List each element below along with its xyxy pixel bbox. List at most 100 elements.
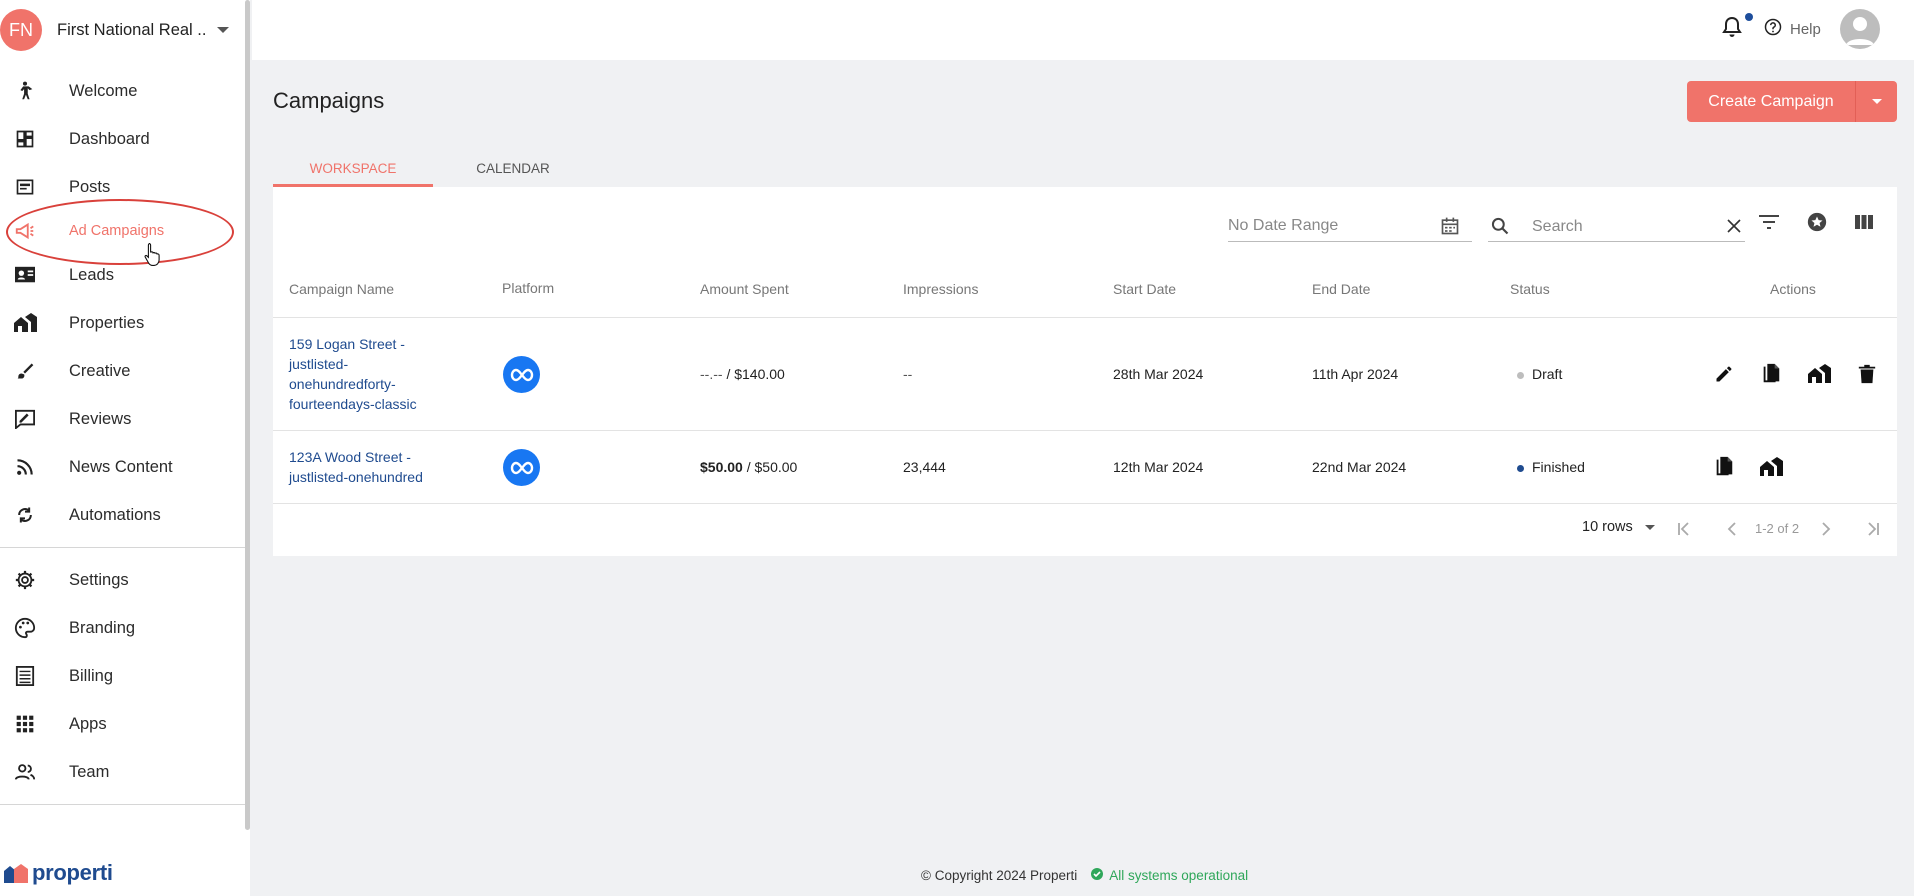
next-page-icon[interactable]: [1814, 517, 1838, 541]
footer: © Copyright 2024 Properti All systems op…: [921, 868, 1248, 883]
sidebar-item-label: Apps: [69, 714, 107, 733]
edit-icon[interactable]: [1711, 361, 1737, 387]
status-dot: [1517, 464, 1524, 472]
status-badge: Finished: [1517, 459, 1585, 475]
sidebar-item-label: Reviews: [69, 409, 132, 428]
duplicate-icon[interactable]: [1758, 361, 1784, 387]
rss-icon: [13, 455, 37, 479]
properti-logo: properti: [4, 860, 113, 886]
sidebar-item-news-content[interactable]: News Content: [0, 447, 240, 487]
create-campaign-dropdown[interactable]: [1855, 81, 1897, 122]
help-button[interactable]: Help: [1764, 18, 1821, 41]
sidebar-divider: [0, 804, 245, 805]
sidebar-item-label: Leads: [69, 265, 114, 284]
annotation-ellipse: [6, 199, 234, 265]
walking-person-icon: [13, 79, 37, 103]
amount-spent-value: --.--: [700, 366, 727, 382]
amount-budget: / $50.00: [742, 459, 798, 475]
row-divider: [273, 317, 1897, 318]
help-label: Help: [1790, 21, 1821, 38]
amount-spent-value: $50.00: [700, 459, 743, 475]
contact-card-icon: [13, 263, 37, 287]
sidebar-item-label: Billing: [69, 666, 114, 685]
org-switcher[interactable]: FN First National Real ...: [0, 8, 240, 52]
filter-icon[interactable]: [1754, 207, 1784, 237]
previous-page-icon[interactable]: [1720, 517, 1744, 541]
start-date: 12th Mar 2024: [1113, 459, 1204, 475]
sidebar-item-creative[interactable]: Creative: [0, 351, 240, 391]
rate-review-icon: [13, 407, 37, 431]
close-icon[interactable]: [1725, 217, 1743, 240]
status-badge: Draft: [1517, 366, 1562, 382]
status-label: Draft: [1532, 366, 1563, 382]
search-input[interactable]: [1532, 216, 1712, 238]
sidebar-item-label: Properties: [69, 313, 145, 332]
amount-budget: / $140.00: [726, 366, 785, 382]
sidebar-item-reviews[interactable]: Reviews: [0, 399, 240, 439]
sidebar-scrollbar[interactable]: [245, 0, 250, 830]
campaign-name-line: 159 Logan Street -: [289, 336, 405, 352]
date-range-picker[interactable]: No Date Range: [1228, 212, 1472, 242]
rows-per-page-select[interactable]: 10 rows: [1582, 519, 1655, 535]
brush-icon: [13, 359, 37, 383]
start-date: 28th Mar 2024: [1113, 366, 1204, 382]
help-circle-icon: [1764, 18, 1782, 41]
sidebar-item-billing[interactable]: Billing: [0, 656, 240, 696]
gear-icon: [13, 568, 37, 592]
columns-icon[interactable]: [1849, 207, 1879, 237]
create-campaign-button[interactable]: Create Campaign: [1687, 81, 1855, 122]
refresh-icon: [13, 503, 37, 527]
campaign-name-line: 123A Wood Street -: [289, 449, 411, 465]
last-page-icon[interactable]: [1861, 517, 1885, 541]
impressions: --: [903, 366, 913, 382]
topbar: [252, 0, 1914, 60]
tab-calendar[interactable]: CALENDAR: [433, 150, 593, 186]
sidebar-item-automations[interactable]: Automations: [0, 495, 240, 535]
column-header[interactable]: Status: [1510, 281, 1550, 297]
column-header[interactable]: Amount Spent: [700, 281, 789, 297]
column-header[interactable]: Start Date: [1113, 281, 1176, 297]
first-page-icon[interactable]: [1672, 517, 1696, 541]
favorite-star-icon[interactable]: [1802, 207, 1832, 237]
sidebar-item-label: Settings: [69, 570, 129, 589]
duplicate-icon[interactable]: [1711, 454, 1737, 480]
dashboard-icon: [13, 127, 37, 151]
delete-icon[interactable]: [1854, 361, 1880, 387]
end-date: 11th Apr 2024: [1312, 366, 1399, 382]
chevron-down-icon: [1644, 524, 1655, 530]
sidebar-item-branding[interactable]: Branding: [0, 608, 240, 648]
sidebar-item-dashboard[interactable]: Dashboard: [0, 119, 240, 159]
column-header[interactable]: Platform: [502, 280, 554, 296]
row-divider: [273, 503, 1897, 504]
column-header[interactable]: Impressions: [903, 281, 978, 297]
receipt-icon: [13, 664, 37, 688]
campaign-name-line: fourteendays-classic: [289, 396, 417, 412]
apps-grid-icon: [13, 712, 37, 736]
sidebar-item-properties[interactable]: Properties: [0, 303, 240, 343]
houses-icon: [13, 311, 37, 335]
system-status-link[interactable]: All systems operational: [1109, 868, 1248, 883]
column-header[interactable]: End Date: [1312, 281, 1370, 297]
column-header[interactable]: Campaign Name: [289, 281, 394, 297]
sidebar-item-apps[interactable]: Apps: [0, 704, 240, 744]
sidebar-item-settings[interactable]: Settings: [0, 560, 240, 600]
rows-per-page-label: 10 rows: [1582, 519, 1633, 535]
meta-icon: [503, 356, 540, 393]
hand-pointer-icon: [144, 242, 162, 271]
notification-bell-icon[interactable]: [1722, 16, 1742, 43]
team-icon: [13, 760, 37, 784]
campaign-name-link[interactable]: 123A Wood Street - justlisted-onehundred: [289, 447, 423, 487]
tab-workspace[interactable]: WORKSPACE: [273, 150, 433, 186]
campaign-name-link[interactable]: 159 Logan Street - justlisted- onehundre…: [289, 334, 417, 414]
sidebar-item-label: Welcome: [69, 81, 138, 100]
brand-name: properti: [32, 860, 113, 885]
row-divider: [273, 430, 1897, 431]
sidebar-item-label: Creative: [69, 361, 131, 380]
sidebar-item-welcome[interactable]: Welcome: [0, 71, 240, 111]
sidebar-item-team[interactable]: Team: [0, 752, 240, 792]
property-icon[interactable]: [1806, 361, 1832, 387]
user-avatar[interactable]: [1840, 9, 1880, 49]
sidebar-item-label: Posts: [69, 177, 111, 196]
sidebar-item-label: Automations: [69, 505, 161, 524]
property-icon[interactable]: [1758, 454, 1784, 480]
